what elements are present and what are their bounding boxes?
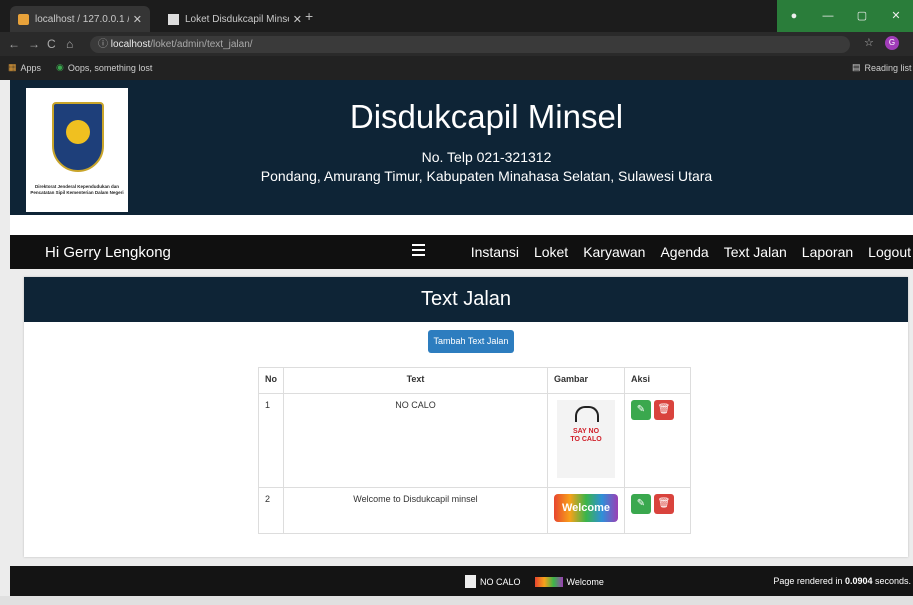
header-spacer — [10, 215, 913, 235]
bookmark-item-label: Oops, something lost — [67, 62, 153, 73]
card-title: Text Jalan — [24, 277, 908, 322]
url-field[interactable]: ⓘ localhost/loket/admin/text_jalan/ — [90, 36, 850, 53]
reading-list-label: Reading list — [864, 62, 912, 73]
minimize-icon[interactable]: — — [811, 0, 845, 32]
nav-link-laporan[interactable]: Laporan — [802, 244, 853, 260]
back-icon[interactable]: ← — [8, 37, 20, 51]
ticker-text-2: Welcome — [566, 576, 604, 587]
close-window-icon[interactable]: ✕ — [879, 0, 913, 32]
content-area: Text Jalan Tambah Text Jalan No Text Gam… — [10, 269, 913, 564]
render-time: Page rendered in 0.0904 seconds. — [773, 576, 911, 586]
url-path: /loket/admin/text_jalan/ — [150, 39, 253, 50]
profile-avatar[interactable]: G — [885, 36, 899, 50]
row-image-cell — [547, 393, 625, 488]
nav-link-karyawan[interactable]: Karyawan — [583, 244, 645, 260]
tab-label: Loket Disdukcapil Minsel — [185, 13, 289, 25]
site-phone: No. Telp 021-321312 — [421, 149, 552, 165]
forward-icon[interactable]: → — [28, 37, 40, 51]
nav-link-instansi[interactable]: Instansi — [471, 244, 519, 260]
text-jalan-card: Text Jalan Tambah Text Jalan No Text Gam… — [24, 277, 908, 557]
bookmark-apps-label: Apps — [20, 62, 42, 73]
table-row: 2 Welcome to Disdukcapil minsel Welcome … — [258, 487, 691, 534]
row-text: Welcome to Disdukcapil minsel — [283, 487, 548, 534]
table-row: 1 NO CALO ✎ 🗑 — [258, 393, 691, 488]
delete-button[interactable]: 🗑 — [654, 494, 674, 514]
site-header: Direktorat Jenderal Kependudukan dan Pen… — [10, 80, 913, 215]
maximize-icon[interactable]: ▢ — [845, 0, 879, 32]
render-prefix: Page rendered in — [773, 576, 845, 586]
bookmarks-bar: ▦ Apps ◉ Oops, something lost ▤ Reading … — [0, 56, 913, 80]
nav-links: Instansi Loket Karyawan Agenda Text Jala… — [456, 244, 911, 260]
user-greeting: Hi Gerry Lengkong — [45, 244, 171, 261]
browser-tab-phpmyadmin[interactable]: localhost / 127.0.0.1 / loket / tra ✕ — [10, 6, 150, 32]
logo-caption: Direktorat Jenderal Kependudukan dan Pen… — [30, 184, 124, 195]
close-icon[interactable]: ✕ — [133, 13, 142, 26]
extension-icon[interactable]: ● — [777, 0, 811, 32]
render-seconds: 0.0904 — [844, 576, 873, 586]
row-image-cell: Welcome — [547, 487, 625, 534]
footer-bar: NO CALO Welcome Page rendered in 0.0904 … — [10, 566, 913, 596]
reload-icon[interactable]: C — [47, 37, 56, 51]
url-host: localhost — [110, 39, 151, 50]
edit-button[interactable]: ✎ — [631, 400, 651, 420]
add-text-jalan-button[interactable]: Tambah Text Jalan — [428, 330, 514, 353]
text-jalan-table: No Text Gambar Aksi 1 NO CALO ✎ 🗑 — [258, 367, 691, 534]
sail-icon — [18, 13, 29, 25]
row-no: 1 — [258, 393, 284, 488]
col-aksi: Aksi — [624, 367, 691, 394]
window-controls: ● — ▢ ✕ — [777, 0, 913, 32]
site-address: Pondang, Amurang Timur, Kabupaten Minaha… — [260, 168, 713, 184]
no-calo-bag-image — [557, 400, 615, 478]
new-tab-icon[interactable]: + — [305, 8, 313, 24]
reading-list-icon: ▤ — [852, 62, 861, 72]
site-title: Disdukcapil Minsel — [349, 98, 624, 135]
edit-button[interactable]: ✎ — [631, 494, 651, 514]
col-text: Text — [283, 367, 548, 394]
browser-tab-strip: localhost / 127.0.0.1 / loket / tra ✕ Lo… — [0, 0, 913, 32]
row-actions: ✎ 🗑 — [624, 393, 691, 488]
ticker-text-1: NO CALO — [480, 576, 521, 587]
col-no: No — [258, 367, 284, 394]
row-actions: ✎ 🗑 — [624, 487, 691, 534]
main-navbar: Hi Gerry Lengkong Instansi Loket Karyawa… — [10, 235, 913, 269]
render-suffix: seconds. — [872, 576, 911, 586]
bookmark-star-icon[interactable]: ☆ — [864, 36, 874, 49]
tab-label: localhost / 127.0.0.1 / loket / tra — [35, 13, 129, 25]
bookmark-apps[interactable]: ▦ Apps — [8, 62, 41, 73]
row-no: 2 — [258, 487, 284, 534]
table-header-row: No Text Gambar Aksi — [258, 367, 691, 394]
globe-icon: ◉ — [56, 62, 64, 72]
reading-list[interactable]: ▤ Reading list — [852, 62, 912, 73]
horizontal-scrollbar[interactable] — [0, 596, 913, 605]
page-icon — [168, 13, 179, 25]
ticker-image-2 — [534, 576, 563, 587]
nav-link-loket[interactable]: Loket — [534, 244, 568, 260]
bookmark-item[interactable]: ◉ Oops, something lost — [56, 62, 152, 73]
col-gambar: Gambar — [547, 367, 625, 394]
nav-link-text-jalan[interactable]: Text Jalan — [724, 244, 787, 260]
close-icon[interactable]: ✕ — [293, 13, 302, 26]
home-icon[interactable]: ⌂ — [66, 37, 73, 51]
nav-link-agenda[interactable]: Agenda — [660, 244, 708, 260]
nav-link-logout[interactable]: Logout — [868, 244, 911, 260]
delete-button[interactable]: 🗑 — [654, 400, 674, 420]
menu-list-icon[interactable] — [412, 244, 425, 257]
browser-tab-loket[interactable]: Loket Disdukcapil Minsel ✕ — [160, 6, 310, 32]
apps-grid-icon: ▦ — [8, 62, 17, 72]
row-text: NO CALO — [283, 393, 548, 488]
address-bar: ← → C ⌂ ⓘ localhost/loket/admin/text_jal… — [0, 32, 913, 56]
welcome-banner-image: Welcome — [554, 494, 618, 522]
ticker-image-1 — [465, 575, 476, 588]
running-text-ticker: NO CALO Welcome — [465, 575, 604, 588]
